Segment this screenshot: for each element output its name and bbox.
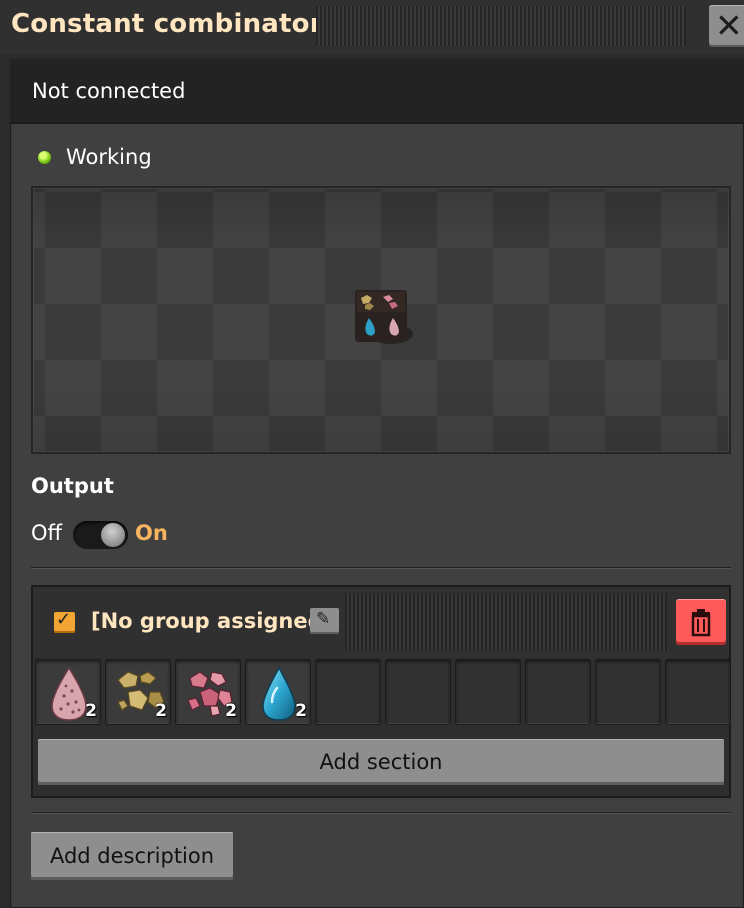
signal-count: 2 — [155, 701, 167, 721]
signal-slot[interactable]: 2 — [35, 659, 101, 725]
section-enabled-checkbox[interactable]: ✓ — [54, 609, 75, 633]
output-toggle[interactable] — [73, 521, 128, 549]
edit-group-button[interactable]: ✎ — [310, 608, 339, 634]
status-led-icon — [38, 151, 51, 164]
empty-signal-slot[interactable] — [665, 659, 731, 725]
signal-slots: 2 2 2 2 — [35, 659, 731, 725]
empty-signal-slot[interactable] — [385, 659, 451, 725]
toggle-knob — [101, 523, 125, 547]
entity-preview — [31, 186, 731, 454]
signal-section: ✓ [No group assigned] ✎ 2 2 2 2 Add sect… — [31, 585, 731, 798]
output-heading: Output — [31, 474, 114, 498]
working-status-label: Working — [66, 145, 152, 169]
window-title: Constant combinator — [11, 9, 323, 39]
empty-signal-slot[interactable] — [595, 659, 661, 725]
output-off-label: Off — [31, 521, 62, 545]
output-on-label: On — [135, 521, 168, 545]
pencil-icon: ✎ — [316, 609, 331, 629]
title-bar[interactable]: Constant combinator ✕ — [0, 0, 744, 54]
empty-signal-slot[interactable] — [315, 659, 381, 725]
close-icon: ✕ — [715, 6, 743, 45]
trash-icon — [691, 609, 711, 637]
constant-combinator-icon — [355, 290, 413, 344]
divider — [31, 567, 731, 569]
signal-count: 2 — [295, 701, 307, 721]
connection-status-bar: Not connected — [10, 59, 744, 124]
section-drag-handle[interactable] — [345, 593, 667, 651]
signal-slot[interactable]: 2 — [105, 659, 171, 725]
signal-count: 2 — [85, 701, 97, 721]
empty-signal-slot[interactable] — [525, 659, 591, 725]
signal-slot[interactable]: 2 — [245, 659, 311, 725]
divider — [31, 812, 731, 814]
close-button[interactable]: ✕ — [709, 5, 744, 47]
section-header: ✓ [No group assigned] ✎ — [33, 587, 729, 657]
drag-handle[interactable] — [316, 6, 686, 46]
add-description-button[interactable]: Add description — [31, 832, 233, 880]
signal-count: 2 — [225, 701, 237, 721]
empty-signal-slot[interactable] — [455, 659, 521, 725]
add-section-button[interactable]: Add section — [38, 739, 724, 785]
checkmark-icon: ✓ — [56, 609, 72, 630]
delete-section-button[interactable] — [676, 599, 726, 645]
group-label: [No group assigned] — [91, 609, 333, 633]
connection-status: Not connected — [32, 79, 186, 103]
signal-slot[interactable]: 2 — [175, 659, 241, 725]
